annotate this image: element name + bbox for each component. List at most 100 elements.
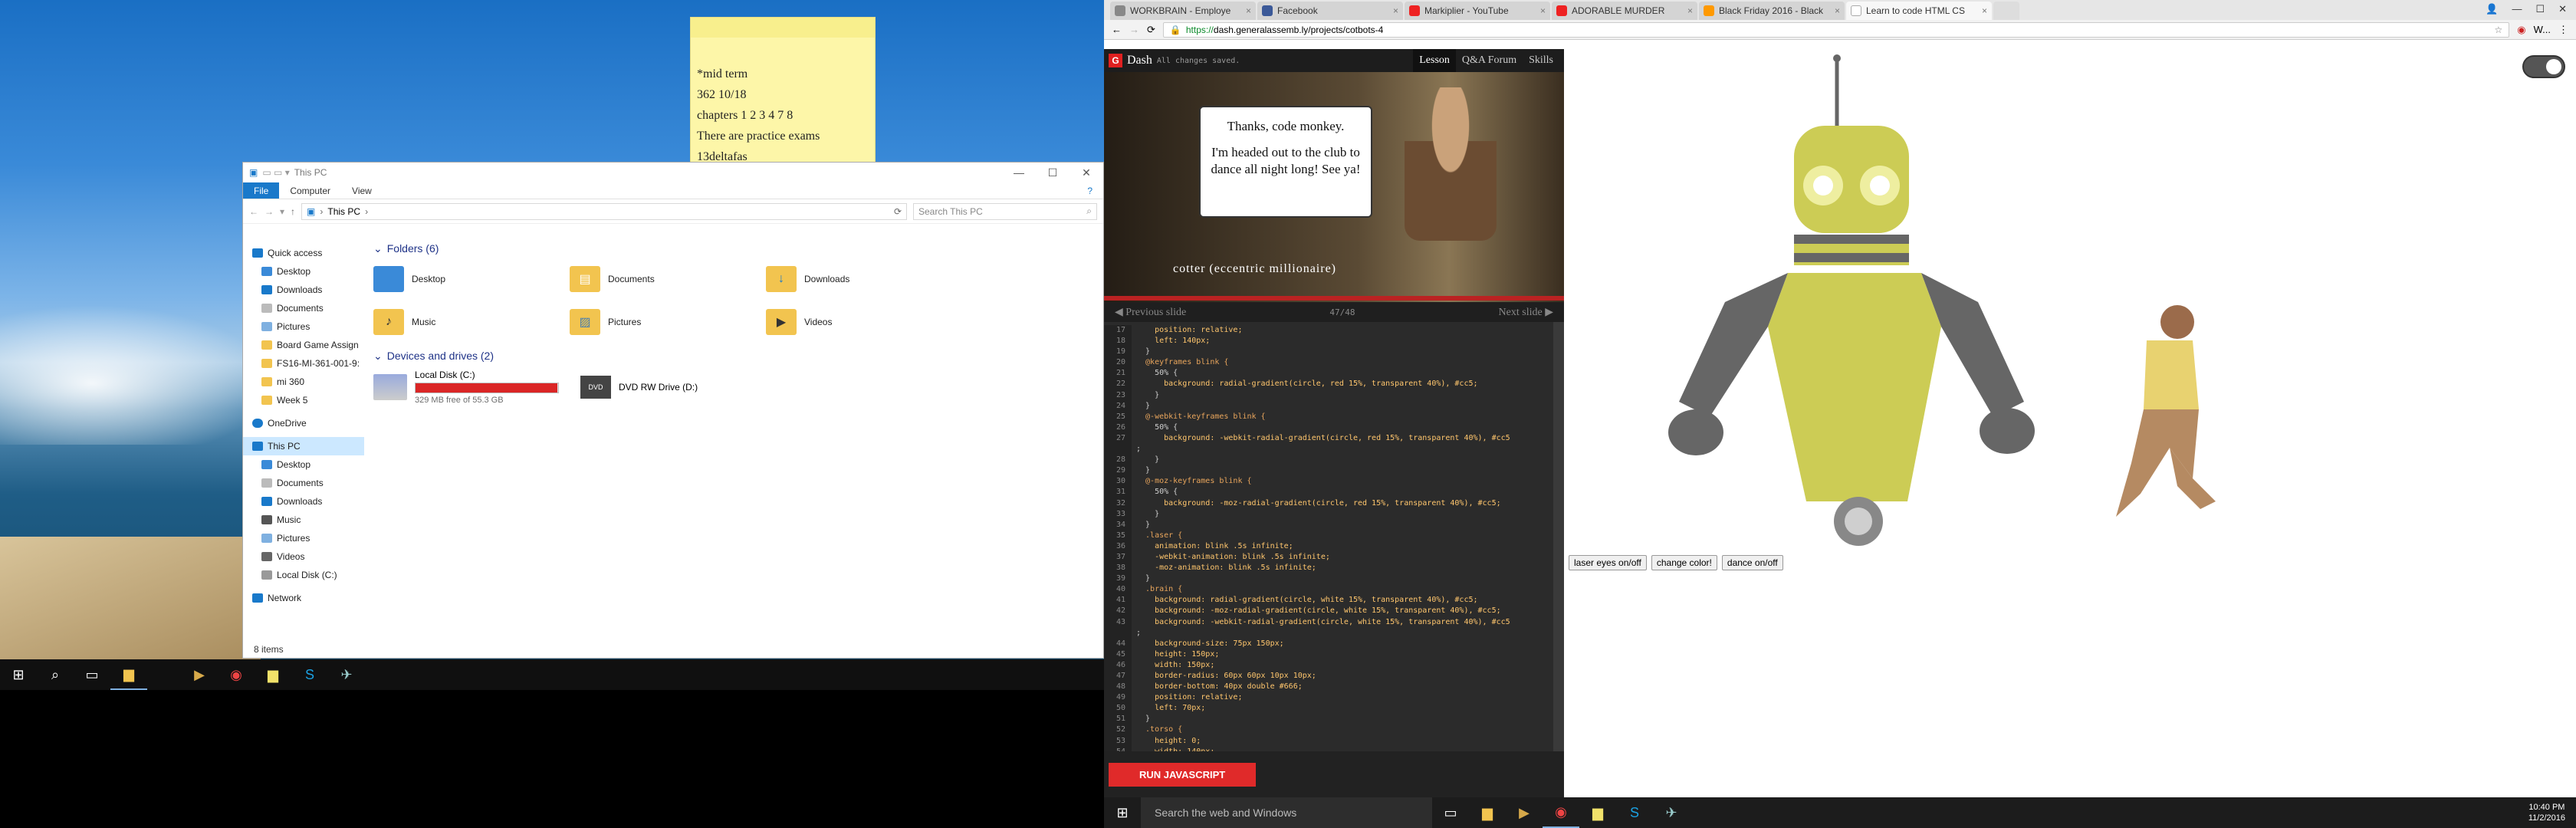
profile-icon[interactable]: 👤 (2486, 3, 2498, 15)
drive-local-c[interactable]: Local Disk (C:) 329 MB free of 55.3 GB (373, 370, 559, 405)
search-icon[interactable]: ⌕ (37, 659, 74, 690)
nav-onedrive[interactable]: OneDrive (243, 414, 364, 432)
maximize-icon[interactable]: ☐ (2535, 3, 2545, 15)
task-view-icon[interactable]: ▭ (1432, 797, 1469, 828)
laser-eyes-button[interactable]: laser eyes on/off (1569, 555, 1647, 570)
drive-dvd[interactable]: DVD DVD RW Drive (D:) (580, 370, 698, 405)
quick-access-toolbar[interactable]: ▭ ▭ ▾ (262, 167, 289, 178)
nav-desktop[interactable]: Desktop (243, 455, 364, 474)
windows-start-icon[interactable]: ⊞ (1104, 797, 1141, 828)
dash-brand[interactable]: Dash (1127, 54, 1152, 67)
nav-pictures[interactable]: Pictures (243, 317, 364, 336)
menu-icon[interactable]: ⋮ (2558, 24, 2568, 36)
tab-youtube-2[interactable]: ADORABLE MURDER × (1552, 2, 1697, 20)
sticky-note[interactable]: *mid term 362 10/18 chapters 1 2 3 4 7 8… (690, 17, 876, 164)
next-slide-button[interactable]: Next slide ▶ (1499, 306, 1553, 319)
editor-scrollbar[interactable] (1553, 322, 1564, 751)
search-input[interactable]: Search This PC ⌕ (913, 202, 1097, 220)
back-icon[interactable]: ← (249, 206, 258, 217)
steam-icon[interactable]: ✈ (1653, 797, 1690, 828)
media-app-icon[interactable]: ▶ (181, 659, 218, 690)
steam-icon[interactable]: ✈ (328, 659, 365, 690)
nav-folder[interactable]: FS16-MI-361-001-9: (243, 354, 364, 373)
up-icon[interactable]: ↑ (291, 206, 295, 217)
close-icon[interactable]: × (1246, 5, 1251, 16)
nav-folder[interactable]: Week 5 (243, 391, 364, 409)
ribbon-tab-computer[interactable]: Computer (279, 182, 341, 199)
close-icon[interactable]: × (1982, 5, 1987, 16)
code-editor[interactable]: 17 position: relative; 18 left: 140px; 19 … (1104, 322, 1564, 751)
windows-start-icon[interactable]: ⊞ (0, 659, 37, 690)
nav-documents[interactable]: Documents (243, 474, 364, 492)
ga-logo-icon[interactable]: G (1109, 54, 1122, 67)
nav-local-disk[interactable]: Local Disk (C:) (243, 566, 364, 584)
help-icon[interactable]: ? (1076, 182, 1103, 199)
nav-documents[interactable]: Documents (243, 299, 364, 317)
skype-icon[interactable]: S (1616, 797, 1653, 828)
tab-skills[interactable]: Skills (1523, 49, 1559, 72)
media-app-icon[interactable]: ▶ (1506, 797, 1543, 828)
nav-pictures[interactable]: Pictures (243, 529, 364, 547)
tab-learn-to-code[interactable]: Learn to code HTML CS × (1846, 2, 1992, 20)
close-icon[interactable]: × (1393, 5, 1398, 16)
tab-lesson[interactable]: Lesson (1413, 49, 1456, 72)
prev-slide-button[interactable]: ◀ Previous slide (1115, 306, 1186, 319)
tab-black-friday[interactable]: Black Friday 2016 - Black × (1699, 2, 1845, 20)
sticky-notes-icon[interactable]: ▆ (1579, 797, 1616, 828)
folder-documents[interactable]: ▤ Documents (570, 261, 766, 297)
system-clock[interactable]: 10:40 PM 11/2/2016 (2528, 802, 2576, 823)
address-bar[interactable]: ▣ › This PC › ⟳ (301, 202, 907, 220)
extension-icon[interactable]: ◉ (2517, 24, 2525, 36)
forward-icon[interactable]: → (1129, 24, 1139, 35)
task-view-icon[interactable]: ▭ (74, 659, 110, 690)
folder-desktop[interactable]: Desktop (373, 261, 570, 297)
url-bar[interactable]: 🔒 https://dash.generalassemb.ly/projects… (1162, 21, 2510, 38)
folder-videos[interactable]: ▶ Videos (766, 304, 962, 340)
minimize-icon[interactable]: — (2512, 3, 2522, 15)
folder-music[interactable]: ♪ Music (373, 304, 570, 340)
nav-downloads[interactable]: Downloads (243, 492, 364, 511)
star-icon[interactable]: ☆ (2495, 25, 2503, 35)
nav-music[interactable]: Music (243, 511, 364, 529)
back-icon[interactable]: ← (1112, 24, 1122, 35)
folders-header[interactable]: ⌄ Folders (6) (373, 239, 1096, 258)
forward-icon[interactable]: → (264, 206, 274, 217)
tab-youtube[interactable]: Markiplier - YouTube × (1405, 2, 1550, 20)
sticky-notes-icon[interactable]: ▆ (255, 659, 291, 690)
nav-network[interactable]: Network (243, 589, 364, 607)
profile-button[interactable]: W... (2534, 24, 2551, 35)
new-tab-button[interactable] (1993, 2, 2019, 20)
ribbon-tab-view[interactable]: View (341, 182, 383, 199)
chrome-icon[interactable]: ◉ (218, 659, 255, 690)
close-icon[interactable]: × (1687, 5, 1693, 16)
close-icon[interactable]: × (1835, 5, 1840, 16)
close-icon[interactable]: ✕ (2558, 3, 2567, 15)
file-explorer-icon[interactable]: ▆ (1469, 797, 1506, 828)
nav-folder[interactable]: Board Game Assign (243, 336, 364, 354)
drives-header[interactable]: ⌄ Devices and drives (2) (373, 347, 1096, 365)
file-explorer-icon[interactable]: ▆ (110, 659, 147, 690)
refresh-icon[interactable]: ⟳ (894, 206, 902, 217)
folder-pictures[interactable]: ▨ Pictures (570, 304, 766, 340)
tab-workbrain[interactable]: WORKBRAIN - Employe × (1110, 2, 1256, 20)
nav-folder[interactable]: mi 360 (243, 373, 364, 391)
tab-facebook[interactable]: Facebook × (1257, 2, 1403, 20)
nav-videos[interactable]: Videos (243, 547, 364, 566)
folder-downloads[interactable]: ↓ Downloads (766, 261, 962, 297)
reload-icon[interactable]: ⟳ (1147, 24, 1155, 36)
chevron-down-icon[interactable]: ▾ (280, 206, 284, 217)
tab-qa-forum[interactable]: Q&A Forum (1456, 49, 1523, 72)
ribbon-tab-file[interactable]: File (243, 182, 280, 199)
taskbar-search-input[interactable]: Search the web and Windows (1141, 797, 1432, 828)
maximize-icon[interactable]: ☐ (1036, 163, 1070, 182)
close-icon[interactable]: ✕ (1070, 163, 1103, 182)
close-icon[interactable]: × (1540, 5, 1546, 16)
view-toggle[interactable] (2522, 55, 2565, 78)
nav-quick-access[interactable]: Quick access (243, 244, 364, 262)
skype-icon[interactable]: S (291, 659, 328, 690)
minimize-icon[interactable]: — (1002, 163, 1036, 182)
change-color-button[interactable]: change color! (1651, 555, 1717, 570)
nav-desktop[interactable]: Desktop (243, 262, 364, 281)
chrome-icon[interactable]: ◉ (1543, 797, 1579, 828)
dance-button[interactable]: dance on/off (1721, 555, 1783, 570)
